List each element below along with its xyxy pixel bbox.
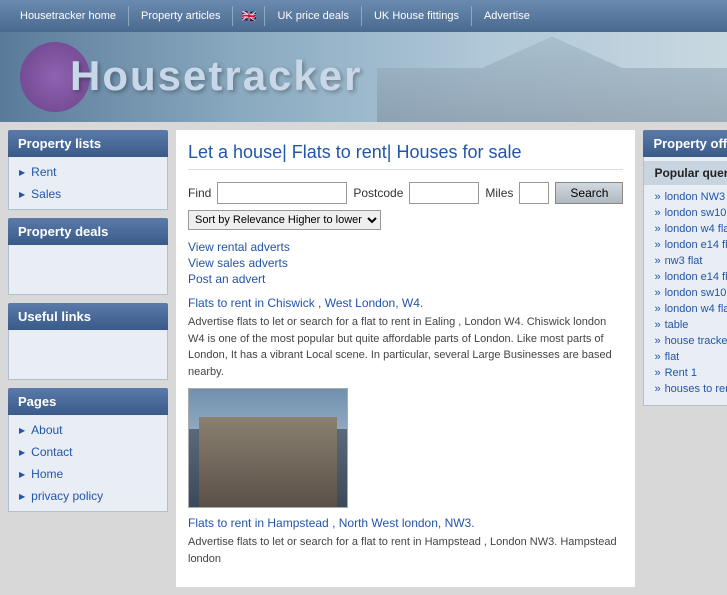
house-silhouette <box>377 32 727 122</box>
nav-bar: Housetracker home Property articles 🇬🇧 U… <box>0 0 727 32</box>
miles-label: Miles <box>485 186 513 200</box>
nav-home[interactable]: Housetracker home <box>8 4 128 28</box>
popular-link-11[interactable]: Rent 1 <box>644 365 727 381</box>
sidebar-content-property-lists: Rent Sales <box>8 157 168 210</box>
sidebar-section-useful-links: Useful links <box>8 303 168 380</box>
sidebar-header-useful-links: Useful links <box>8 303 168 330</box>
sidebar-link-contact[interactable]: Contact <box>9 441 167 463</box>
popular-link-5[interactable]: london e14 flat <box>644 269 727 285</box>
nav-advertise[interactable]: Advertise <box>472 4 542 28</box>
popular-link-0[interactable]: london NW3 flat <box>644 189 727 205</box>
building-image <box>188 388 348 508</box>
article-hampstead: Flats to rent in Hampstead , North West … <box>188 516 623 567</box>
sidebar-content-useful-links <box>8 330 168 380</box>
popular-link-3[interactable]: london e14 flat <box>644 237 727 253</box>
search-postcode-input[interactable] <box>409 182 479 204</box>
sidebar-header-property-lists: Property lists <box>8 130 168 157</box>
search-bar: Find Postcode Miles Search <box>188 182 623 204</box>
popular-link-1[interactable]: london sw10 flat <box>644 205 727 221</box>
popular-link-10[interactable]: flat <box>644 349 727 365</box>
sidebar-section-pages: Pages About Contact Home privacy policy <box>8 388 168 512</box>
article-chiswick: Flats to rent in Chiswick , West London,… <box>188 296 623 380</box>
article-hampstead-desc: Advertise flats to let or search for a f… <box>188 534 623 567</box>
header-banner: Housetracker <box>0 32 727 122</box>
sidebar-link-home[interactable]: Home <box>9 463 167 485</box>
popular-link-4[interactable]: nw3 flat <box>644 253 727 269</box>
post-advert-link[interactable]: Post an advert <box>188 272 623 286</box>
sidebar-section-property-lists: Property lists Rent Sales <box>8 130 168 210</box>
postcode-label: Postcode <box>353 186 403 200</box>
article-chiswick-link[interactable]: Flats to rent in Chiswick , West London,… <box>188 296 423 310</box>
view-sales-link[interactable]: View sales adverts <box>188 256 623 270</box>
right-sidebar-header: Property offers <box>643 130 727 157</box>
sidebar-header-property-deals: Property deals <box>8 218 168 245</box>
popular-link-6[interactable]: london sw10 flat <box>644 285 727 301</box>
nav-price-deals[interactable]: UK price deals <box>265 4 361 28</box>
view-rental-link[interactable]: View rental adverts <box>188 240 623 254</box>
sidebar-link-about[interactable]: About <box>9 419 167 441</box>
article-chiswick-desc: Advertise flats to let or search for a f… <box>188 314 623 380</box>
sidebar-link-rent[interactable]: Rent <box>9 161 167 183</box>
popular-link-12[interactable]: houses to rent <box>644 381 727 397</box>
sidebar-header-pages: Pages <box>8 388 168 415</box>
popular-link-8[interactable]: table <box>644 317 727 333</box>
sidebar-content-property-deals <box>8 245 168 295</box>
left-sidebar: Property lists Rent Sales Property deals… <box>8 130 168 587</box>
search-miles-input[interactable] <box>519 182 549 204</box>
sidebar-link-sales[interactable]: Sales <box>9 183 167 205</box>
nav-articles[interactable]: Property articles <box>129 4 232 28</box>
sidebar-link-privacy[interactable]: privacy policy <box>9 485 167 507</box>
search-find-input[interactable] <box>217 182 347 204</box>
building-body <box>199 417 337 507</box>
site-title: Housetracker <box>70 52 362 100</box>
article-hampstead-link[interactable]: Flats to rent in Hampstead , North West … <box>188 516 475 530</box>
search-button[interactable]: Search <box>555 182 623 204</box>
popular-link-7[interactable]: london w4 flat <box>644 301 727 317</box>
popular-queries-header: Popular queries <box>644 161 727 185</box>
sort-bar: Sort by Relevance Higher to lower <box>188 210 623 230</box>
find-label: Find <box>188 186 211 200</box>
center-content: Let a house| Flats to rent| Houses for s… <box>176 130 635 587</box>
page-heading: Let a house| Flats to rent| Houses for s… <box>188 142 623 170</box>
nav-fittings[interactable]: UK House fittings <box>362 4 471 28</box>
main-layout: Property lists Rent Sales Property deals… <box>0 122 727 595</box>
nav-flag[interactable]: 🇬🇧 <box>233 9 264 23</box>
right-sidebar: Property offers Popular queries london N… <box>643 130 727 587</box>
sort-select[interactable]: Sort by Relevance Higher to lower <box>188 210 381 230</box>
popular-link-2[interactable]: london w4 flat <box>644 221 727 237</box>
right-sidebar-content: Popular queries london NW3 flat london s… <box>643 157 727 406</box>
sidebar-section-property-deals: Property deals <box>8 218 168 295</box>
sidebar-content-pages: About Contact Home privacy policy <box>8 415 168 512</box>
popular-link-9[interactable]: house tracker <box>644 333 727 349</box>
